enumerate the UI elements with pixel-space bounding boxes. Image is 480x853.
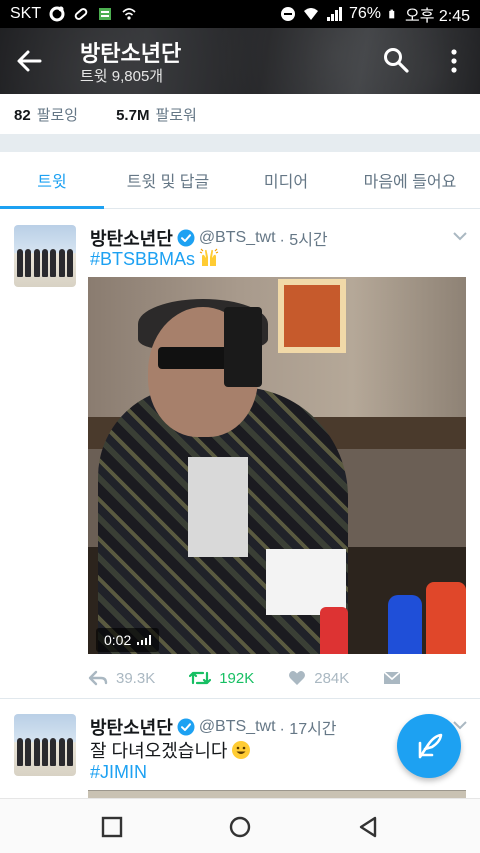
chevron-down-icon[interactable] (452, 231, 468, 241)
tab-tweets-and-replies[interactable]: 트윗 및 답글 (104, 152, 232, 208)
pill-icon (74, 8, 88, 20)
following-count: 82 (14, 106, 31, 124)
back-arrow-icon[interactable] (14, 46, 44, 76)
author-handle[interactable]: @BTS_twt (199, 718, 276, 736)
envelope-icon (383, 671, 401, 684)
like-button[interactable]: 284K (288, 670, 349, 687)
hashtag-link[interactable]: #JIMIN (90, 762, 147, 783)
tweet-count: 트윗 9,805개 (80, 68, 164, 85)
do-not-disturb-icon (280, 7, 295, 21)
media-icon (99, 8, 112, 20)
followers-stat[interactable]: 5.7M 팔로워 (116, 104, 197, 125)
status-bar: SKT 76% 오후 2:45 (0, 0, 480, 28)
battery-icon (389, 9, 395, 19)
search-icon[interactable] (382, 46, 410, 74)
app-notification-icon (49, 6, 65, 22)
system-navigation-bar (0, 798, 480, 853)
back-icon[interactable] (354, 813, 382, 841)
compose-feather-icon (418, 733, 443, 759)
video-duration: 0:02 (104, 632, 132, 648)
follow-stats: 82 팔로잉 5.7M 팔로워 (0, 94, 480, 134)
author-handle[interactable]: @BTS_twt (199, 229, 276, 247)
carrier-label: SKT (10, 5, 42, 22)
verified-badge-icon (177, 718, 195, 736)
hashtag-link[interactable]: #BTSBBMAs (90, 249, 195, 269)
home-icon[interactable] (226, 813, 254, 841)
profile-tabs: 트윗 트윗 및 답글 미디어 마음에 들어요 (0, 152, 480, 209)
retweet-icon (189, 671, 212, 685)
tweet-text: #BTSBBMAs (90, 248, 219, 270)
verified-badge-icon (177, 229, 195, 247)
retweet-count: 192K (219, 669, 255, 687)
direct-message-button[interactable] (383, 670, 401, 686)
followers-label: 팔로워 (155, 106, 197, 124)
reply-button[interactable]: 39.3K (88, 670, 155, 687)
tweet-timestamp: · 17시간 (279, 721, 337, 738)
like-count: 284K (314, 669, 350, 687)
avatar[interactable] (14, 714, 76, 776)
compose-tweet-button[interactable] (397, 714, 461, 778)
retweet-button[interactable]: 192K (189, 670, 254, 687)
tweet-text-line: 잘 다녀오겠습니다 (90, 741, 228, 761)
battery-percent: 76% (348, 5, 381, 22)
profile-header: 방탄소년단 트윗 9,805개 (0, 28, 480, 94)
tweet-text: 잘 다녀오겠습니다 (90, 737, 251, 763)
section-separator (0, 134, 480, 152)
reply-icon (88, 670, 108, 686)
signal-icon (326, 7, 342, 21)
avatar[interactable] (14, 225, 76, 287)
clock: 오후 2:45 (404, 8, 470, 25)
smiley-emoji-icon (232, 741, 251, 759)
tab-tweets[interactable]: 트윗 (0, 152, 104, 209)
video-thumbnail[interactable] (88, 277, 466, 654)
video-duration-badge: 0:02 (96, 628, 160, 652)
followers-count: 5.7M (116, 106, 150, 124)
following-stat[interactable]: 82 팔로잉 (14, 104, 78, 125)
following-label: 팔로잉 (36, 106, 79, 124)
tweet-actions: 39.3K 192K 284K (88, 666, 468, 690)
recent-apps-icon[interactable] (98, 813, 126, 841)
tab-likes[interactable]: 마음에 들어요 (340, 152, 480, 208)
tab-media[interactable]: 미디어 (232, 152, 340, 208)
heart-icon (289, 671, 306, 685)
tweet-timestamp: · 5시간 (279, 232, 328, 249)
reply-count: 39.3K (116, 669, 156, 687)
wifi-icon (303, 8, 318, 20)
page-title: 방탄소년단 (80, 41, 182, 66)
wifi-share-icon (122, 8, 136, 20)
volume-bars-icon (137, 635, 152, 645)
overflow-menu-icon[interactable] (442, 46, 466, 76)
raised-hands-emoji-icon (199, 248, 219, 266)
